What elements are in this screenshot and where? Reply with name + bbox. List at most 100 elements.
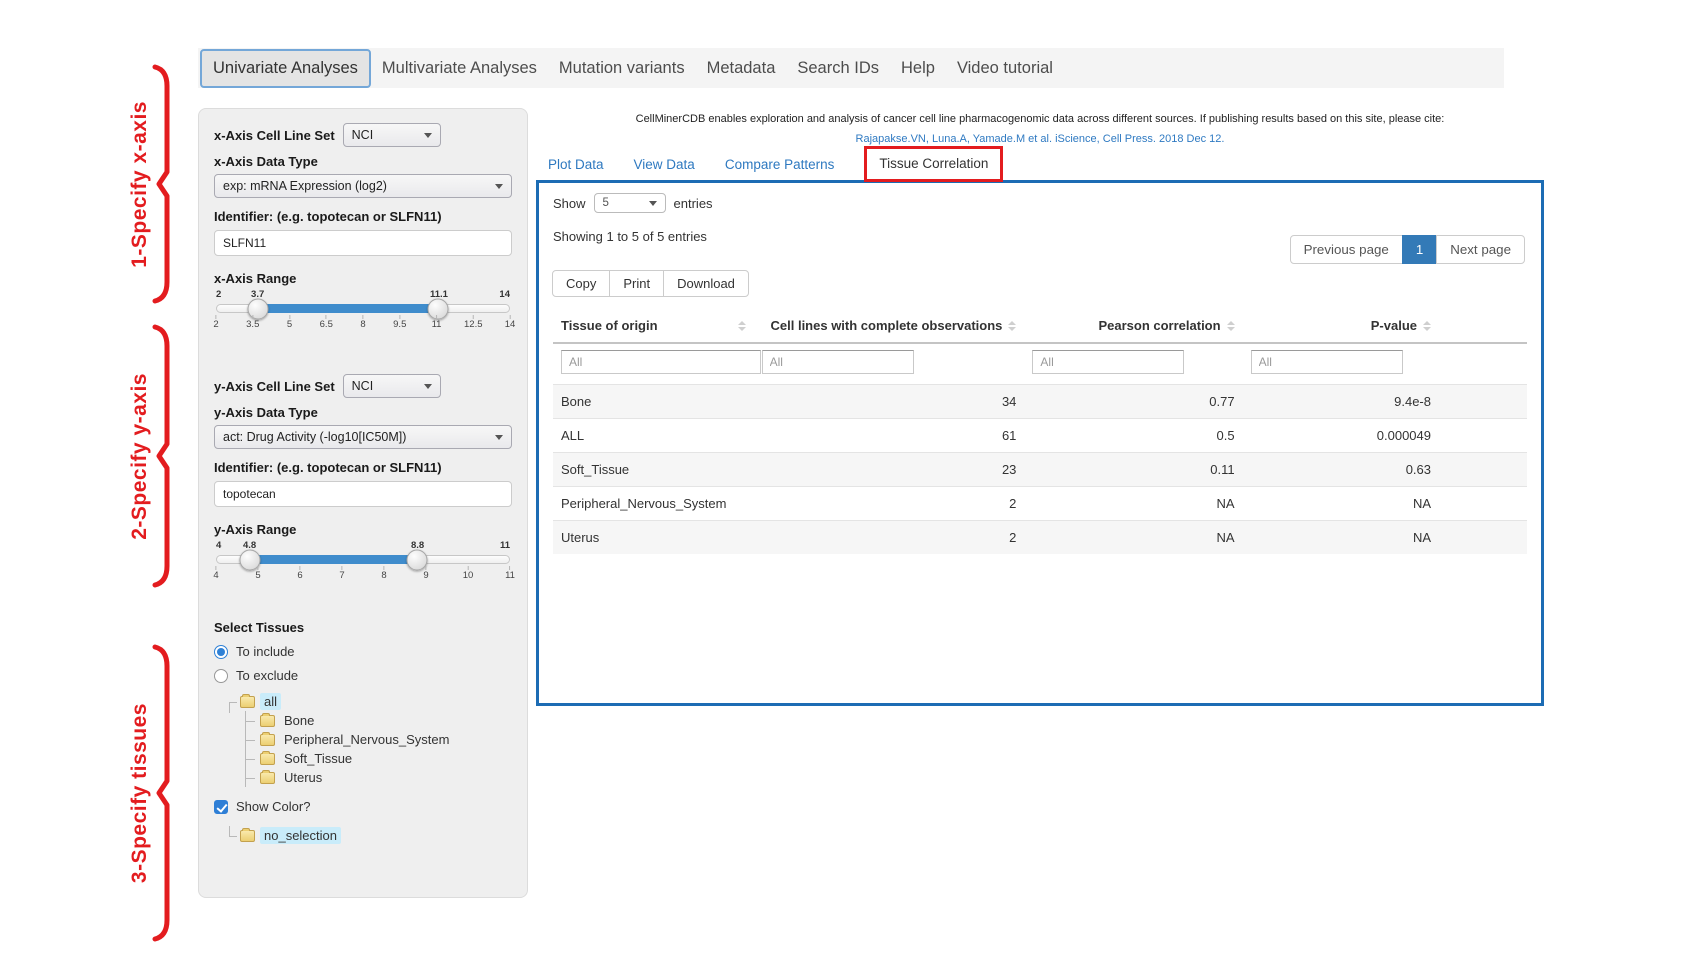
sort-icon[interactable] bbox=[738, 321, 746, 331]
y-cell-line-set-select[interactable]: NCI bbox=[343, 374, 441, 398]
column-filter-input-cell-lines-with-complete-observations[interactable] bbox=[762, 350, 914, 374]
sort-icon[interactable] bbox=[1423, 321, 1431, 331]
subtab-compare-patterns[interactable]: Compare Patterns bbox=[725, 157, 835, 172]
slider-tick: 10 bbox=[463, 566, 474, 581]
y-cell-line-set-label: y-Axis Cell Line Set bbox=[214, 379, 335, 394]
slider-tick: 8 bbox=[381, 566, 386, 581]
y-data-type-value: act: Drug Activity (-log10[IC50M]) bbox=[223, 430, 406, 444]
x-cell-line-set-value: NCI bbox=[352, 128, 374, 142]
nav-tab-metadata[interactable]: Metadata bbox=[696, 51, 787, 86]
column-header-pearson-correlation[interactable]: Pearson correlation bbox=[1024, 309, 1242, 343]
y-range-slider[interactable]: 44.88.8114567891011 bbox=[216, 540, 510, 583]
nav-tab-search-ids[interactable]: Search IDs bbox=[786, 51, 890, 86]
tree-connector bbox=[222, 692, 238, 711]
citation-text: CellMinerCDB enables exploration and ana… bbox=[536, 110, 1544, 130]
show-color-row[interactable]: Show Color? bbox=[214, 799, 512, 814]
copy-button[interactable]: Copy bbox=[552, 270, 610, 297]
slider-tick: 6 bbox=[297, 566, 302, 581]
tree-node-soft-tissue-label[interactable]: Soft_Tissue bbox=[280, 750, 356, 767]
analysis-subtabs: Plot Data View Data Compare Patterns Tissue… bbox=[548, 146, 1003, 182]
nav-tab-video-tutorial[interactable]: Video tutorial bbox=[946, 51, 1064, 86]
annotation-label: 2-Specify y-axis bbox=[128, 373, 152, 540]
include-radio-row[interactable]: To include bbox=[214, 644, 512, 659]
previous-page-button[interactable]: Previous page bbox=[1290, 235, 1403, 264]
cell-cell-lines-with-complete-observations: 2 bbox=[754, 521, 1025, 555]
column-header-tissue-of-origin[interactable]: Tissue of origin bbox=[553, 309, 754, 343]
slider-selection bbox=[250, 555, 417, 564]
x-range-label: x-Axis Range bbox=[214, 271, 512, 286]
nav-tab-multivariate-analyses[interactable]: Multivariate Analyses bbox=[371, 51, 548, 86]
slider-track[interactable] bbox=[216, 555, 510, 564]
slider-tick-label: 9 bbox=[423, 570, 428, 581]
column-filter-input-pearson-correlation[interactable] bbox=[1032, 350, 1184, 374]
include-radio[interactable] bbox=[214, 645, 228, 659]
citation-link[interactable]: Rajapakse.VN, Luna.A, Yamade.M et al. iS… bbox=[856, 133, 1225, 145]
tree-node-peripheral-nervous-system-label[interactable]: Peripheral_Nervous_System bbox=[280, 731, 453, 748]
x-cell-line-set-label: x-Axis Cell Line Set bbox=[214, 128, 335, 143]
nav-tab-help[interactable]: Help bbox=[890, 51, 946, 86]
table-row[interactable]: Soft_Tissue230.110.63 bbox=[553, 453, 1527, 487]
column-filter-cell bbox=[1024, 343, 1242, 385]
folder-icon bbox=[260, 753, 275, 765]
slider-track[interactable] bbox=[216, 304, 510, 313]
show-color-label: Show Color? bbox=[236, 799, 310, 814]
column-header-label: Tissue of origin bbox=[561, 318, 658, 333]
y-data-type-select[interactable]: act: Drug Activity (-log10[IC50M]) bbox=[214, 425, 512, 449]
annotation-label: 1-Specify x-axis bbox=[128, 101, 152, 268]
cell-p-value: NA bbox=[1243, 487, 1527, 521]
slider-tick: 11 bbox=[432, 315, 442, 330]
nav-tab-mutation-variants[interactable]: Mutation variants bbox=[548, 51, 696, 86]
next-page-button[interactable]: Next page bbox=[1436, 235, 1525, 264]
sort-icon[interactable] bbox=[1227, 321, 1235, 331]
slider-tick: 11 bbox=[505, 566, 515, 581]
column-filter-input-p-value[interactable] bbox=[1251, 350, 1403, 374]
show-label: Show bbox=[553, 196, 586, 211]
tree-node-bone-label[interactable]: Bone bbox=[280, 712, 318, 729]
tree-node-bone-row: Bone bbox=[246, 711, 512, 730]
cell-cell-lines-with-complete-observations: 34 bbox=[754, 385, 1025, 419]
cell-cell-lines-with-complete-observations: 2 bbox=[754, 487, 1025, 521]
tree-connector bbox=[246, 730, 258, 749]
cell-pearson-correlation: NA bbox=[1024, 521, 1242, 555]
table-row[interactable]: Bone340.779.4e-8 bbox=[553, 385, 1527, 419]
column-header-label: Pearson correlation bbox=[1098, 318, 1220, 333]
page-size-value: 5 bbox=[603, 197, 609, 209]
subtab-plot-data[interactable]: Plot Data bbox=[548, 157, 604, 172]
subtab-view-data[interactable]: View Data bbox=[634, 157, 695, 172]
table-row[interactable]: Uterus2NANA bbox=[553, 521, 1527, 555]
current-page-button[interactable]: 1 bbox=[1402, 235, 1437, 264]
slider-scale: 23.556.589.51112.514 bbox=[216, 315, 510, 332]
cell-tissue-of-origin: Bone bbox=[553, 385, 754, 419]
table-row[interactable]: ALL610.50.000049 bbox=[553, 419, 1527, 453]
column-header-cell-lines-with-complete-observations[interactable]: Cell lines with complete observations bbox=[754, 309, 1025, 343]
tree-node-uterus-label[interactable]: Uterus bbox=[280, 769, 326, 786]
annotation-brace bbox=[152, 64, 172, 304]
show-color-checkbox[interactable] bbox=[214, 800, 228, 814]
slider-tick-label: 5 bbox=[255, 570, 260, 581]
cell-cell-lines-with-complete-observations: 23 bbox=[754, 453, 1025, 487]
exclude-radio-label: To exclude bbox=[236, 668, 298, 683]
cell-p-value: 0.000049 bbox=[1243, 419, 1527, 453]
exclude-radio-row[interactable]: To exclude bbox=[214, 668, 512, 683]
print-button[interactable]: Print bbox=[609, 270, 664, 297]
nav-tab-univariate-analyses[interactable]: Univariate Analyses bbox=[200, 49, 371, 88]
chevron-down-icon bbox=[424, 384, 432, 389]
slider-tick-label: 11 bbox=[505, 570, 515, 581]
y-identifier-input[interactable] bbox=[214, 481, 512, 507]
download-button[interactable]: Download bbox=[663, 270, 749, 297]
x-identifier-label: Identifier: (e.g. topotecan or SLFN11) bbox=[214, 209, 512, 224]
tree-node-no-selection-label[interactable]: no_selection bbox=[260, 827, 341, 844]
subtab-tissue-correlation[interactable]: Tissue Correlation bbox=[879, 156, 988, 171]
exclude-radio[interactable] bbox=[214, 669, 228, 683]
sort-icon[interactable] bbox=[1008, 321, 1016, 331]
column-header-p-value[interactable]: P-value bbox=[1243, 309, 1527, 343]
column-filter-input-tissue-of-origin[interactable] bbox=[561, 350, 761, 374]
x-cell-line-set-select[interactable]: NCI bbox=[343, 123, 441, 147]
tree-node-all-label[interactable]: all bbox=[260, 693, 281, 710]
x-identifier-input[interactable] bbox=[214, 230, 512, 256]
x-data-type-select[interactable]: exp: mRNA Expression (log2) bbox=[214, 174, 512, 198]
table-row[interactable]: Peripheral_Nervous_System2NANA bbox=[553, 487, 1527, 521]
spacer bbox=[214, 583, 512, 613]
page-size-select[interactable]: 5 bbox=[594, 193, 666, 213]
x-range-slider[interactable]: 23.711.11423.556.589.51112.514 bbox=[216, 289, 510, 332]
